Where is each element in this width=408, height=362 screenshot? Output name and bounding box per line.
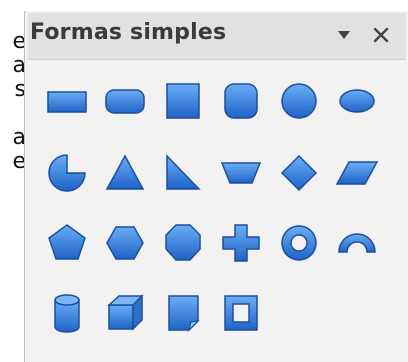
block-arc-icon [338,233,376,253]
isosceles-triangle-shape-button[interactable] [99,147,151,199]
frame-shape-button[interactable] [215,287,267,339]
panel-titlebar[interactable]: Formas simples [28,13,406,60]
ring-icon [281,225,317,261]
background-document-text: e a s a e [0,30,26,174]
rounded-rectangle-shape-button[interactable] [99,75,151,127]
diamond-shape-button[interactable] [273,147,325,199]
ellipse-icon [339,89,375,113]
background-text-line: e [12,149,26,174]
shapes-toolbar-panel: Formas simples [24,11,408,362]
ring-shape-button[interactable] [273,217,325,269]
hexagon-shape-button[interactable] [99,217,151,269]
frame-icon [224,295,258,331]
rounded-square-shape-button[interactable] [215,75,267,127]
octagon-icon [165,224,201,261]
triangle-down-icon[interactable] [331,21,357,49]
right-triangle-icon [166,154,201,190]
hexagon-icon [106,226,144,260]
circle-icon [281,83,317,119]
block-arc-shape-button[interactable] [331,217,383,269]
rectangle-shape-button[interactable] [41,75,93,127]
cube-shape-button[interactable] [99,287,151,339]
circle-pie-icon [48,154,86,192]
cross-icon [222,224,260,262]
rounded-square-icon [224,83,258,119]
folded-corner-icon [168,295,200,332]
folded-corner-shape-button[interactable] [157,287,209,339]
isosceles-triangle-icon [105,154,145,190]
right-triangle-shape-button[interactable] [157,147,209,199]
rounded-rectangle-icon [105,89,145,114]
parallelogram-shape-button[interactable] [331,147,383,199]
cross-shape-button[interactable] [215,217,267,269]
square-icon [166,83,200,119]
rectangle-icon [47,91,87,113]
close-icon[interactable] [368,21,394,49]
ellipse-shape-button[interactable] [331,75,383,127]
square-shape-button[interactable] [157,75,209,127]
octagon-shape-button[interactable] [157,217,209,269]
trapezoid-shape-button[interactable] [215,147,267,199]
trapezoid-icon [220,162,262,184]
circle-pie-shape-button[interactable] [41,147,93,199]
pentagon-shape-button[interactable] [41,217,93,269]
pentagon-icon [48,224,86,260]
cylinder-icon [54,294,80,333]
shapes-grid [25,59,408,359]
cylinder-shape-button[interactable] [41,287,93,339]
background-text-line: s [14,77,26,102]
cube-icon [107,294,144,331]
parallelogram-icon [335,161,379,185]
background-text-line: e [12,29,26,54]
panel-title: Formas simples [30,20,227,45]
background-text-line: a [12,53,26,78]
background-text-line [0,102,26,126]
background-text-line: a [12,125,26,150]
circle-shape-button[interactable] [273,75,325,127]
diamond-icon [280,154,318,192]
